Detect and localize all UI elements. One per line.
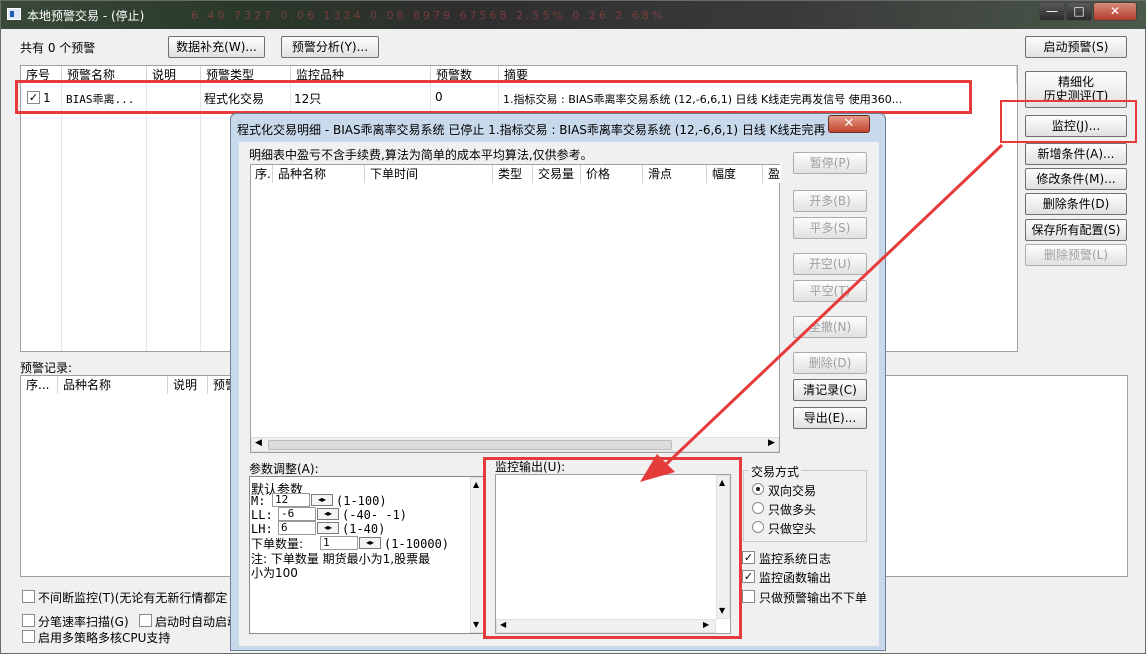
arrow-line xyxy=(658,143,1004,472)
annotation-arrow xyxy=(640,143,1004,482)
arrow-head-icon xyxy=(640,454,675,482)
